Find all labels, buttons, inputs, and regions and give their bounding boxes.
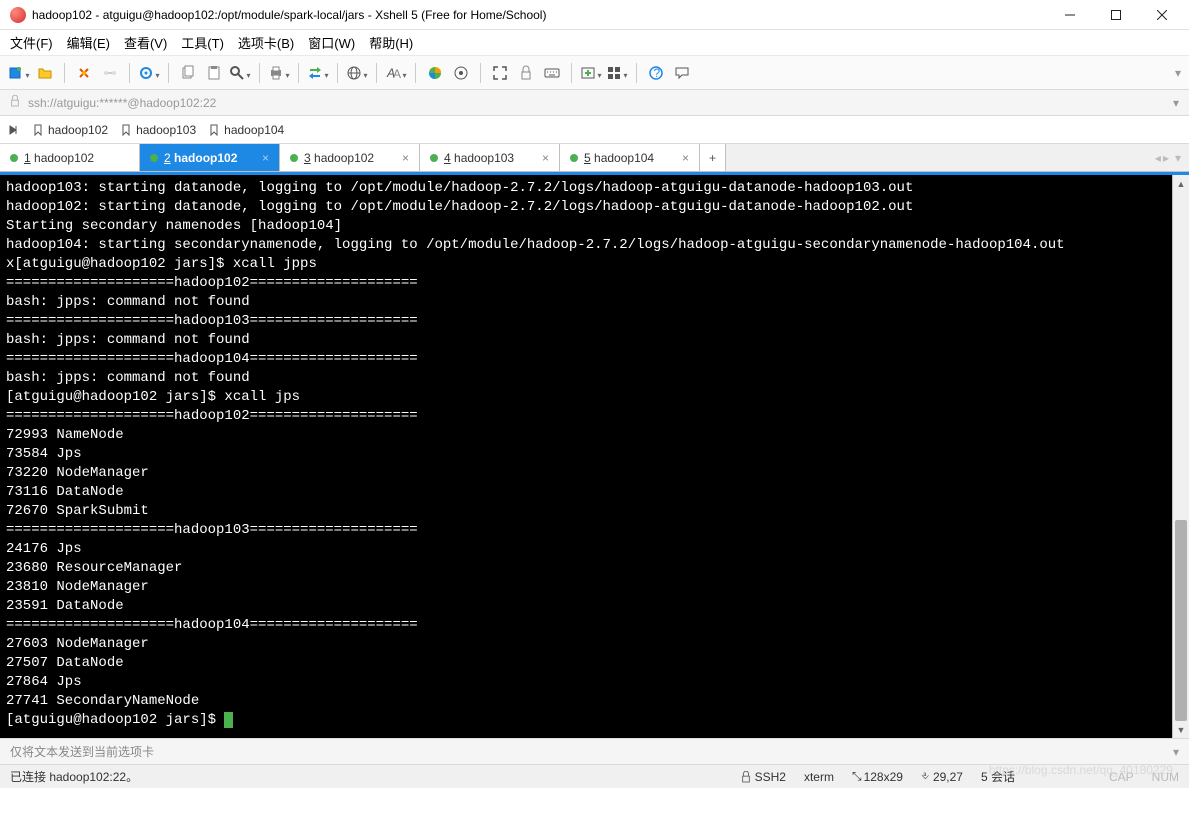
quickbar-forward-icon[interactable] [8, 124, 20, 136]
status-cursor: ⎀29,27 [921, 770, 963, 784]
scroll-down-icon[interactable]: ▼ [1173, 721, 1189, 738]
chat-button[interactable] [671, 62, 693, 84]
find-button[interactable] [229, 62, 251, 84]
statusbar: 已连接 hadoop102:22。 SSH2 xterm ⤡ 128x29 ⎀2… [0, 764, 1189, 788]
maximize-button[interactable] [1093, 1, 1139, 29]
toolbar: AA ? ▾ [0, 56, 1189, 90]
fullscreen-button[interactable] [489, 62, 511, 84]
scroll-track[interactable] [1173, 192, 1189, 721]
vertical-scrollbar[interactable]: ▲ ▼ [1172, 175, 1189, 738]
status-size: ⤡ 128x29 [852, 769, 903, 784]
menu-tools[interactable]: 工具(T) [181, 33, 224, 52]
lock-icon [10, 95, 20, 110]
reconnect-button[interactable] [73, 62, 95, 84]
watermark: https://blog.csdn.net/qq_40180229 [989, 763, 1173, 777]
status-term: xterm [804, 770, 834, 784]
tabs: 1 hadoop102 2 hadoop102× 3 hadoop102× 4 … [0, 144, 1189, 172]
status-proto: SSH2 [741, 770, 786, 784]
minimize-button[interactable] [1047, 1, 1093, 29]
paste-button[interactable] [203, 62, 225, 84]
menu-edit[interactable]: 编辑(E) [67, 33, 110, 52]
send-bar[interactable]: 仅将文本发送到当前选项卡 ▾ [0, 738, 1189, 764]
close-button[interactable] [1139, 1, 1185, 29]
menu-window[interactable]: 窗口(W) [308, 33, 355, 52]
window-title: hadoop102 - atguigu@hadoop102:/opt/modul… [32, 8, 1047, 22]
tab-close-icon[interactable]: × [682, 151, 689, 165]
app-icon [10, 7, 26, 23]
highlight-button[interactable] [450, 62, 472, 84]
address-url[interactable]: ssh://atguigu:******@hadoop102:22 [28, 96, 216, 110]
svg-text:?: ? [654, 66, 661, 80]
help-button[interactable]: ? [645, 62, 667, 84]
quickbar-item-1[interactable]: hadoop103 [120, 123, 196, 137]
disconnect-button[interactable] [99, 62, 121, 84]
transfer-button[interactable] [307, 62, 329, 84]
status-connected: 已连接 hadoop102:22。 [10, 768, 723, 785]
address-dropdown-icon[interactable]: ▾ [1173, 96, 1179, 110]
keyboard-button[interactable] [541, 62, 563, 84]
toolbar-chevron-icon[interactable]: ▾ [1175, 66, 1181, 80]
quickbar-item-0[interactable]: hadoop102 [32, 123, 108, 137]
tab-scroll-arrows[interactable]: ◂▸ ▾ [1155, 144, 1189, 171]
add-tab-button[interactable]: + [700, 144, 726, 171]
tab-2[interactable]: 2 hadoop102× [140, 144, 280, 171]
menu-view[interactable]: 查看(V) [124, 33, 167, 52]
status-dot-icon [150, 154, 158, 162]
tab-close-icon[interactable]: × [262, 151, 269, 165]
status-dot-icon [10, 154, 18, 162]
status-dot-icon [430, 154, 438, 162]
titlebar: hadoop102 - atguigu@hadoop102:/opt/modul… [0, 0, 1189, 30]
addressbar: ssh://atguigu:******@hadoop102:22 ▾ [0, 90, 1189, 116]
scroll-thumb[interactable] [1175, 520, 1187, 721]
svg-text:A: A [393, 67, 401, 81]
scroll-up-icon[interactable]: ▲ [1173, 175, 1189, 192]
tab-close-icon[interactable]: × [542, 151, 549, 165]
quickbar-item-2[interactable]: hadoop104 [208, 123, 284, 137]
tab-4[interactable]: 4 hadoop103× [420, 144, 560, 171]
menu-help[interactable]: 帮助(H) [369, 33, 413, 52]
tab-close-icon[interactable]: × [402, 151, 409, 165]
properties-button[interactable] [138, 62, 160, 84]
new-session-button[interactable] [8, 62, 30, 84]
send-bar-text: 仅将文本发送到当前选项卡 [10, 743, 154, 760]
print-button[interactable] [268, 62, 290, 84]
tab-1[interactable]: 1 hadoop102 [0, 144, 140, 171]
send-bar-chevron-icon[interactable]: ▾ [1173, 745, 1179, 759]
terminal-output[interactable]: hadoop103: starting datanode, logging to… [0, 175, 1172, 738]
menu-file[interactable]: 文件(F) [10, 33, 53, 52]
menu-tab[interactable]: 选项卡(B) [238, 33, 294, 52]
color-button[interactable] [424, 62, 446, 84]
new-tab-button[interactable] [580, 62, 602, 84]
language-button[interactable] [346, 62, 368, 84]
quickbar: hadoop102 hadoop103 hadoop104 [0, 116, 1189, 144]
status-dot-icon [570, 154, 578, 162]
terminal-area: hadoop103: starting datanode, logging to… [0, 175, 1189, 738]
open-button[interactable] [34, 62, 56, 84]
copy-button[interactable] [177, 62, 199, 84]
tab-5[interactable]: 5 hadoop104× [560, 144, 700, 171]
tile-button[interactable] [606, 62, 628, 84]
tab-3[interactable]: 3 hadoop102× [280, 144, 420, 171]
lock-button[interactable] [515, 62, 537, 84]
font-button[interactable]: AA [385, 62, 407, 84]
menubar: 文件(F) 编辑(E) 查看(V) 工具(T) 选项卡(B) 窗口(W) 帮助(… [0, 30, 1189, 56]
window-controls [1047, 1, 1185, 29]
status-dot-icon [290, 154, 298, 162]
